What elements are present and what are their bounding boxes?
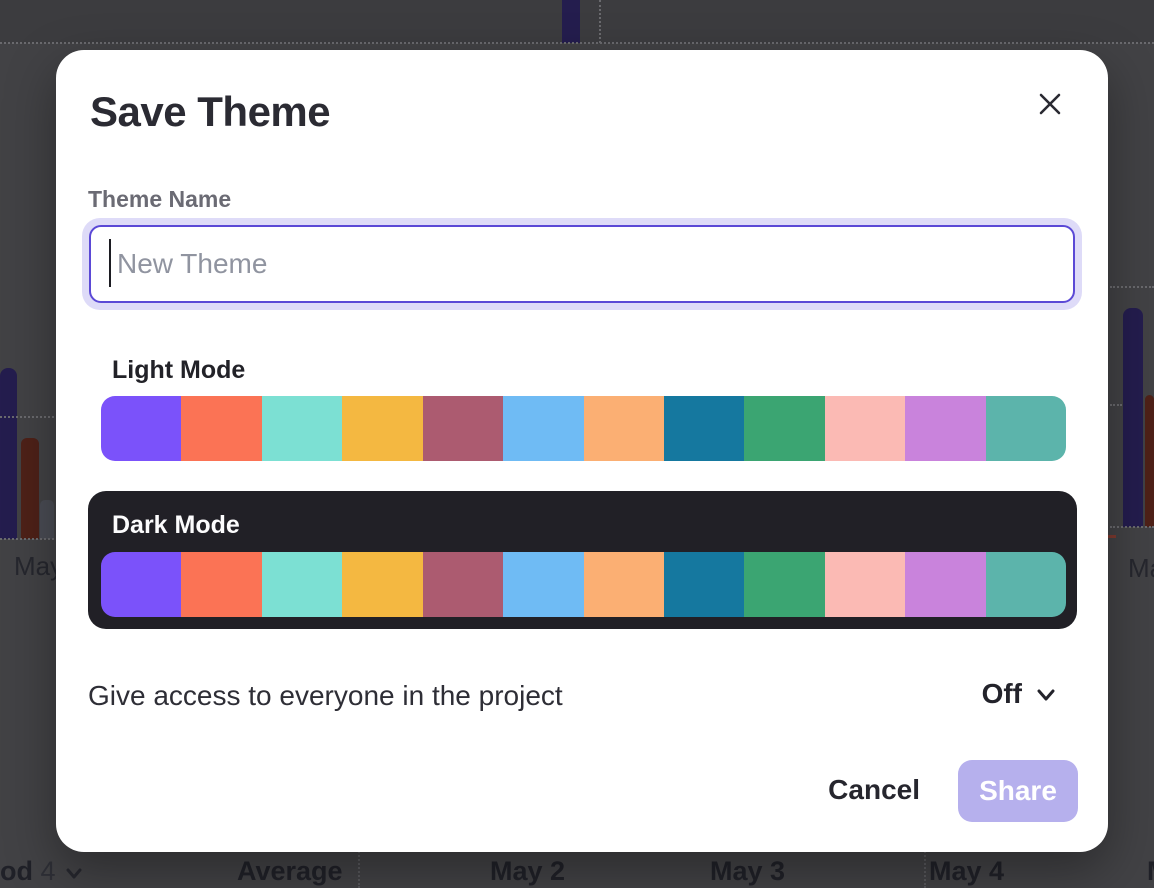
access-dropdown[interactable]: Off: [982, 678, 1058, 710]
chart-bar: [562, 0, 580, 43]
color-swatch: [101, 552, 181, 617]
dark-mode-label: Dark Mode: [112, 511, 240, 540]
dark-mode-palette: [101, 552, 1066, 617]
color-swatch: [423, 552, 503, 617]
chart-bar: [1123, 308, 1143, 527]
period-dropdown-label: od: [0, 856, 33, 886]
chart-bar: [0, 368, 17, 539]
color-swatch: [584, 552, 664, 617]
color-swatch: [664, 396, 744, 461]
color-swatch: [262, 396, 342, 461]
access-dropdown-value: Off: [982, 678, 1022, 710]
dark-mode-card: Dark Mode: [88, 491, 1077, 629]
gridline: [0, 416, 58, 418]
access-label: Give access to everyone in the project: [88, 680, 563, 712]
gridline: [1110, 526, 1154, 528]
chevron-down-icon: [63, 862, 85, 884]
color-swatch: [503, 552, 583, 617]
close-button[interactable]: [1032, 86, 1068, 122]
day-column-label: May 4: [929, 856, 1004, 887]
day-column-label: May 2: [490, 856, 565, 887]
period-dropdown[interactable]: od 4: [0, 856, 85, 887]
color-swatch: [342, 396, 422, 461]
x-axis-label: Ma: [1128, 553, 1154, 584]
chart-bar: [40, 500, 54, 539]
theme-name-input[interactable]: [89, 225, 1075, 303]
close-icon: [1037, 91, 1063, 117]
gridline: [1110, 286, 1154, 288]
share-button[interactable]: Share: [958, 760, 1078, 822]
gridline: [1110, 404, 1122, 406]
color-swatch: [101, 396, 181, 461]
average-line-fragment: [1108, 535, 1116, 538]
color-swatch: [423, 396, 503, 461]
chevron-down-icon: [1034, 682, 1058, 706]
color-swatch: [905, 552, 985, 617]
average-column-label: Average: [237, 856, 343, 887]
app-screen: { "modal": { "title": "Save Theme", "the…: [0, 0, 1154, 888]
day-column-label-partial: M: [1147, 856, 1154, 887]
color-swatch: [825, 396, 905, 461]
chart-bar: [21, 438, 39, 539]
color-swatch: [181, 552, 261, 617]
cancel-button[interactable]: Cancel: [828, 774, 920, 806]
color-swatch: [584, 396, 664, 461]
day-column-label: May 3: [710, 856, 785, 887]
color-swatch: [181, 396, 261, 461]
color-swatch: [905, 396, 985, 461]
color-swatch: [744, 552, 824, 617]
chart-bar: [1145, 395, 1154, 527]
gridline: [0, 538, 58, 540]
color-swatch: [664, 552, 744, 617]
column-separator: [358, 848, 360, 888]
light-mode-label: Light Mode: [112, 356, 245, 385]
save-theme-dialog: Save Theme Theme Name Light Mode Dark Mo…: [56, 50, 1108, 852]
theme-name-label: Theme Name: [88, 186, 231, 213]
period-dropdown-number: 4: [41, 856, 56, 886]
color-swatch: [825, 552, 905, 617]
color-swatch: [986, 552, 1066, 617]
color-swatch: [503, 396, 583, 461]
theme-name-focus-ring: [82, 218, 1082, 310]
column-separator: [924, 848, 926, 888]
dialog-title: Save Theme: [90, 88, 330, 136]
color-swatch: [262, 552, 342, 617]
color-swatch: [342, 552, 422, 617]
light-mode-palette: [101, 396, 1066, 461]
gridline: [599, 0, 601, 43]
color-swatch: [986, 396, 1066, 461]
color-swatch: [744, 396, 824, 461]
gridline: [0, 42, 1154, 44]
